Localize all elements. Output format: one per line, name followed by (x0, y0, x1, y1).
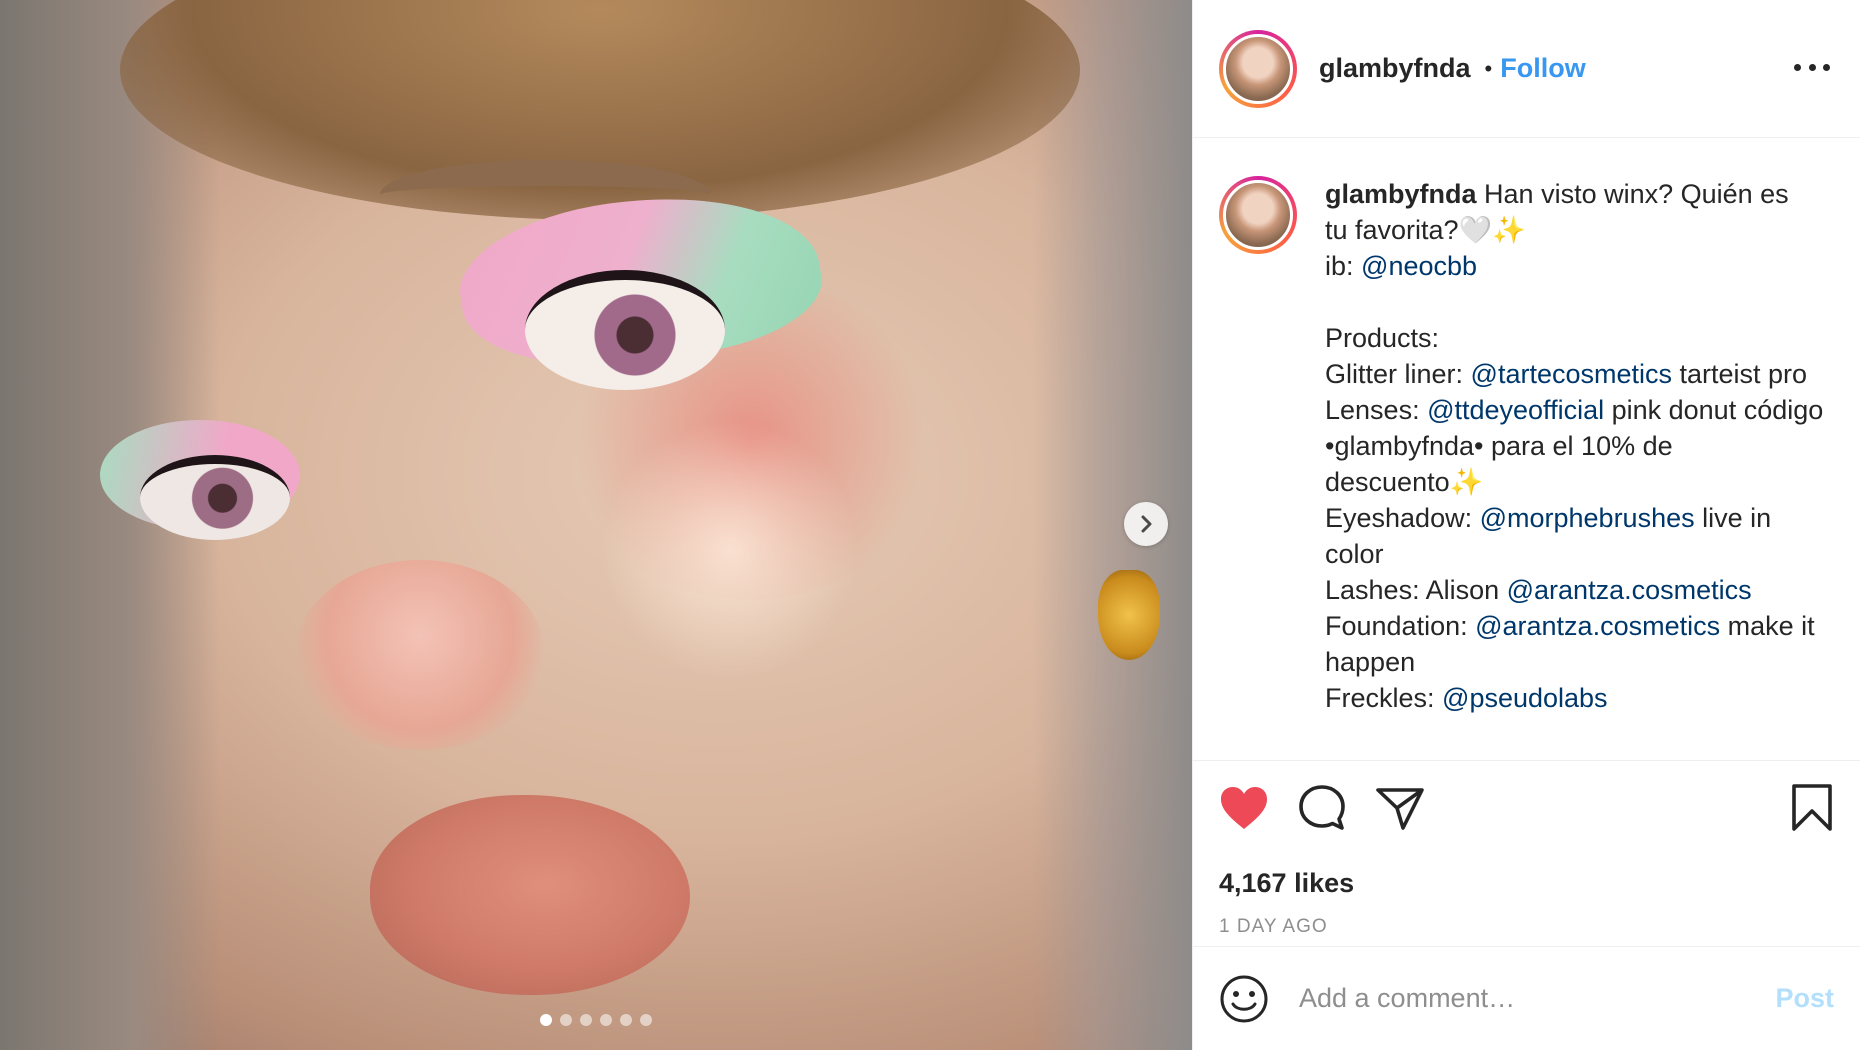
caption-line: Lashes: Alison @arantza.cosmetics (1325, 572, 1825, 608)
photo-highlight (600, 420, 860, 680)
caption-text-segment: Lashes: Alison (1325, 575, 1507, 605)
caption-area[interactable]: glambyfnda Han visto winx? Quién es tu f… (1193, 138, 1860, 760)
caption-text-segment: Han visto winx? Quién es (1476, 179, 1789, 209)
carousel-dot (580, 1014, 592, 1026)
caption-text-segment: Eyeshadow: (1325, 503, 1480, 533)
photo-eyebrow (380, 160, 710, 230)
share-icon (1376, 788, 1424, 830)
bookmark-icon (1792, 784, 1832, 831)
caption-text-segment: Freckles: (1325, 683, 1443, 713)
carousel-dot (620, 1014, 632, 1026)
caption-line: tu favorita?🤍✨ (1325, 215, 1526, 245)
carousel-next-button[interactable] (1124, 502, 1168, 546)
action-icon-row (1219, 783, 1425, 833)
like-button[interactable] (1219, 785, 1269, 831)
instagram-post-view: glambyfnda • Follow glambyfnda Han visto… (0, 0, 1860, 1050)
more-options-button[interactable] (1794, 52, 1830, 82)
mention-link[interactable]: @pseudolabs (1442, 683, 1608, 713)
comment-button[interactable] (1297, 783, 1347, 833)
photo-earring (1098, 570, 1160, 660)
caption-line: Freckles: @pseudolabs (1325, 680, 1825, 716)
mention-link[interactable]: @arantza.cosmetics (1475, 611, 1720, 641)
carousel-indicator (0, 1014, 1192, 1026)
comment-icon (1299, 785, 1345, 830)
caption-line: Lenses: @ttdeyeofficial pink donut códig… (1325, 392, 1825, 500)
emoji-icon (1220, 975, 1268, 1022)
caption-username[interactable]: glambyfnda (1325, 179, 1477, 209)
mention-link[interactable]: @arantza.cosmetics (1507, 575, 1752, 605)
caption-text-segment: Lenses: (1325, 395, 1428, 425)
mention-link[interactable]: @tartecosmetics (1471, 359, 1672, 389)
caption-text-segment: Glitter liner: (1325, 359, 1471, 389)
comment-input[interactable] (1299, 983, 1776, 1014)
caption-line: Glitter liner: @tartecosmetics tarteist … (1325, 356, 1825, 392)
caption-text-segment: tarteist pro (1672, 359, 1808, 389)
post-timestamp[interactable]: 1 DAY AGO (1219, 916, 1328, 938)
follow-button[interactable]: Follow (1500, 53, 1585, 84)
carousel-dot (640, 1014, 652, 1026)
caption-line: Eyeshadow: @morphebrushes live in color (1325, 500, 1825, 572)
mention-link[interactable]: @neocbb (1361, 251, 1477, 281)
header-username[interactable]: glambyfnda (1319, 53, 1471, 84)
save-button[interactable] (1790, 783, 1834, 833)
likes-count[interactable]: 4,167 likes (1219, 868, 1354, 899)
carousel-dot (560, 1014, 572, 1026)
post-comment-button[interactable]: Post (1775, 983, 1834, 1014)
mention-link[interactable]: @morphebrushes (1480, 503, 1695, 533)
carousel-dot (540, 1014, 552, 1026)
post-actions: 4,167 likes 1 DAY AGO (1193, 760, 1860, 946)
post-header: glambyfnda • Follow (1193, 0, 1860, 138)
story-ring[interactable] (1219, 29, 1297, 108)
photo-background (1032, 0, 1192, 1050)
caption-text: glambyfnda Han visto winx? Quién es tu f… (1325, 176, 1825, 760)
share-button[interactable] (1375, 784, 1425, 832)
caption-line: glambyfnda Han visto winx? Quién es (1325, 176, 1825, 212)
post-side-panel: glambyfnda • Follow glambyfnda Han visto… (1192, 0, 1860, 1050)
photo-eye (140, 455, 290, 540)
photo-eye (525, 270, 725, 390)
chevron-right-icon (1141, 515, 1152, 533)
carousel-dot (600, 1014, 612, 1026)
caption-line: Products: (1325, 323, 1440, 353)
caption-line: Foundation: @arantza.cosmetics make it h… (1325, 608, 1825, 680)
story-ring[interactable] (1219, 176, 1297, 254)
header-separator: • (1484, 55, 1493, 81)
avatar[interactable] (1223, 180, 1293, 250)
caption-line: ib: @neocbb (1325, 248, 1825, 284)
post-photo[interactable] (0, 0, 1192, 1050)
caption-text-segment: ib: (1325, 251, 1362, 281)
avatar[interactable] (1223, 33, 1293, 104)
more-icon (1808, 63, 1816, 71)
emoji-button[interactable] (1219, 974, 1269, 1024)
more-icon (1794, 63, 1801, 71)
mention-link[interactable]: @ttdeyeofficial (1427, 395, 1604, 425)
heart-icon (1221, 787, 1267, 829)
caption-text-segment: Foundation: (1325, 611, 1476, 641)
photo-lips (370, 795, 690, 995)
add-comment-bar: Post (1193, 946, 1860, 1050)
photo-nose (295, 560, 545, 750)
more-icon (1823, 63, 1830, 71)
